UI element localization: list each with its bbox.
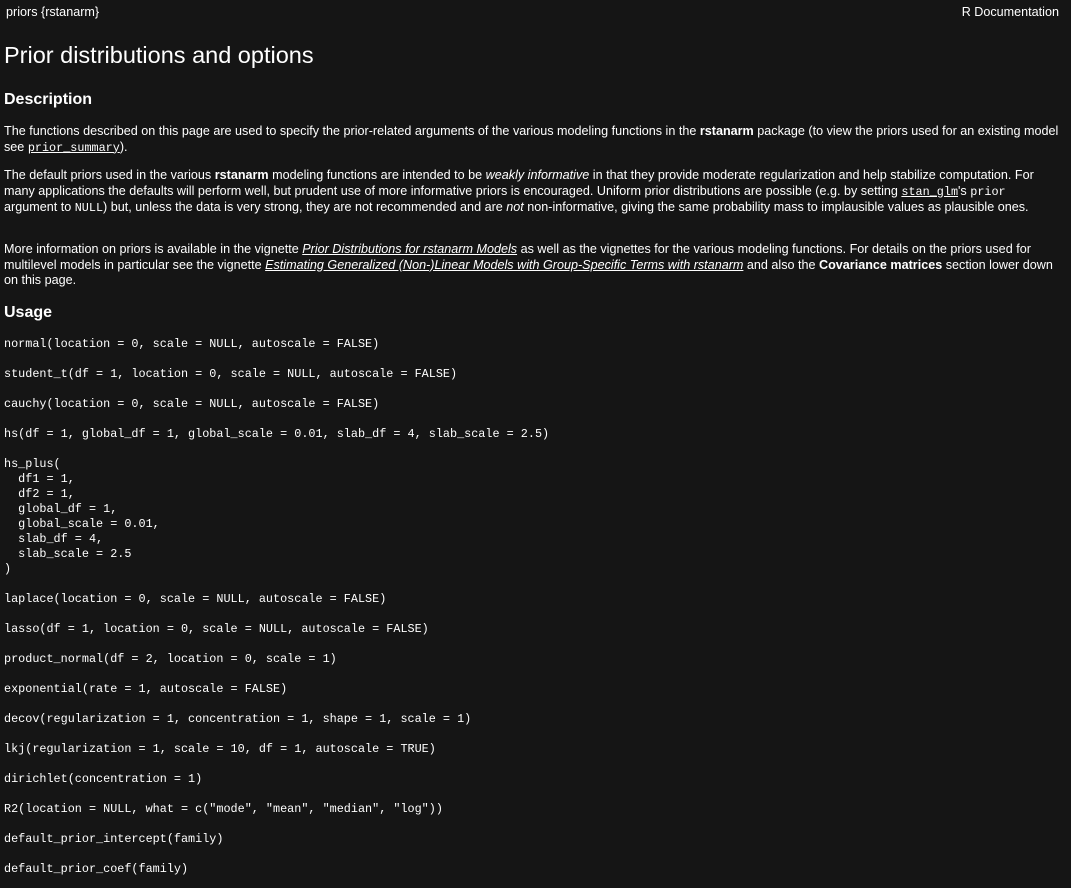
usage-code-line: df2 = 1, (4, 487, 75, 501)
usage-code-line: R2(location = NULL, what = c("mode", "me… (4, 802, 443, 816)
usage-code-line: default_prior_coef(family) (4, 862, 189, 876)
usage-code-line: cauchy(location = 0, scale = NULL, autos… (4, 397, 380, 411)
usage-code-block: lkj(regularization = 1, scale = 10, df =… (4, 742, 549, 757)
glmer-vignette-link[interactable]: Estimating Generalized (Non-)Linear Mode… (265, 258, 743, 272)
usage-code-line: slab_df = 4, (4, 532, 104, 546)
usage-code-line: laplace(location = 0, scale = NULL, auto… (4, 592, 387, 606)
description-paragraph-2: The default priors used in the various r… (4, 168, 1034, 215)
description-heading: Description (4, 91, 93, 108)
usage-code-block: default_prior_intercept(family) (4, 832, 549, 847)
usage-code: normal(location = 0, scale = NULL, autos… (4, 337, 549, 888)
usage-code-block: exponential(rate = 1, autoscale = FALSE) (4, 682, 549, 697)
usage-code-block: default_prior_coef(family) (4, 862, 549, 877)
usage-code-block: product_normal(df = 2, location = 0, sca… (4, 652, 549, 667)
usage-code-line: decov(regularization = 1, concentration … (4, 712, 472, 726)
usage-code-block: decov(regularization = 1, concentration … (4, 712, 549, 727)
description-paragraph-3: More information on priors is available … (4, 242, 1053, 287)
r-documentation-label: R Documentation (961, 5, 1059, 19)
usage-code-line: hs(df = 1, global_df = 1, global_scale =… (4, 427, 550, 441)
description-paragraph-1: The functions described on this page are… (4, 124, 1059, 155)
usage-code-line: product_normal(df = 2, location = 0, sca… (4, 652, 337, 666)
usage-code-block: lasso(df = 1, location = 0, scale = NULL… (4, 622, 549, 637)
prior-distributions-vignette-link[interactable]: Prior Distributions for rstanarm Models (302, 242, 517, 256)
usage-code-line: global_scale = 0.01, (4, 517, 160, 531)
usage-code-line: exponential(rate = 1, autoscale = FALSE) (4, 682, 288, 696)
usage-code-line: lkj(regularization = 1, scale = 10, df =… (4, 742, 436, 756)
usage-code-block: R2(location = NULL, what = c("mode", "me… (4, 802, 549, 817)
usage-code-block: dirichlet(concentration = 1) (4, 772, 549, 787)
usage-code-line: dirichlet(concentration = 1) (4, 772, 203, 786)
stan-glm-link[interactable]: stan_glm (901, 185, 958, 199)
usage-code-line: lasso(df = 1, location = 0, scale = NULL… (4, 622, 429, 636)
usage-code-block: student_t(df = 1, location = 0, scale = … (4, 367, 549, 382)
usage-code-line: slab_scale = 2.5 (4, 547, 132, 561)
doc-header: priors {rstanarm} R Documentation (4, 5, 1059, 21)
usage-code-block: hs(df = 1, global_df = 1, global_scale =… (4, 427, 549, 442)
usage-code-block: normal(location = 0, scale = NULL, autos… (4, 337, 549, 352)
usage-code-line: global_df = 1, (4, 502, 118, 516)
usage-code-line: df1 = 1, (4, 472, 75, 486)
usage-code-block: hs_plus( df1 = 1, df2 = 1, global_df = 1… (4, 457, 549, 577)
usage-code-line: student_t(df = 1, location = 0, scale = … (4, 367, 458, 381)
usage-code-block: cauchy(location = 0, scale = NULL, autos… (4, 397, 549, 412)
usage-heading: Usage (4, 304, 53, 321)
usage-code-line: hs_plus( (4, 457, 61, 471)
topic-package-label: priors {rstanarm} (6, 5, 100, 19)
prior-summary-link[interactable]: prior_summary (28, 141, 120, 155)
usage-code-line: default_prior_intercept(family) (4, 832, 224, 846)
page-title: Prior distributions and options (4, 42, 314, 68)
usage-code-line: ) (4, 562, 12, 576)
usage-code-block: laplace(location = 0, scale = NULL, auto… (4, 592, 549, 607)
usage-code-line: normal(location = 0, scale = NULL, autos… (4, 337, 380, 351)
